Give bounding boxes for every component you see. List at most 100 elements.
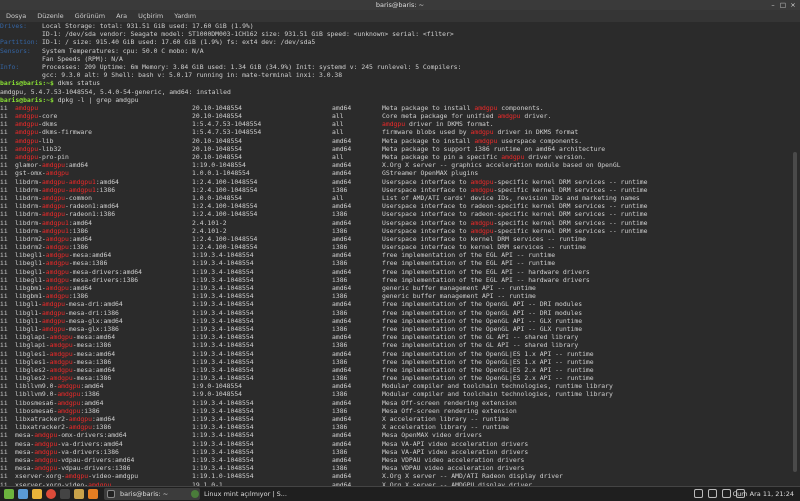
menu-duzenle[interactable]: Düzenle — [37, 12, 63, 20]
menu-ucbirim[interactable]: Uçbirim — [138, 12, 163, 20]
scrollbar-thumb[interactable] — [793, 152, 797, 472]
package-name: libdrm2-amdgpu:i386 — [15, 243, 192, 251]
package-name-pre: libgbm1- — [15, 284, 46, 292]
package-name: libgles1-amdgpu-mesa:amd64 — [15, 350, 192, 358]
package-row: ii amdgpu-pro-pin 20.10-1048554 all Meta pac… — [0, 153, 790, 161]
folder-icon[interactable] — [74, 489, 84, 499]
package-row: ii libegl1-amdgpu-mesa-drivers:amd64 1:19.… — [0, 268, 790, 276]
package-description: Modular compiler and toolchain technolog… — [382, 382, 613, 390]
package-row: ii glamor-amdgpu:amd64 1:19.0-1048554 amd64… — [0, 161, 790, 169]
package-status: ii — [0, 406, 8, 415]
package-arch: amd64 — [332, 136, 352, 145]
chrome-icon[interactable] — [46, 489, 56, 499]
package-version: 1:19.3.4-1048554 — [192, 275, 254, 284]
package-arch: amd64 — [332, 144, 352, 153]
package-name-match: amdgpu — [45, 251, 69, 260]
network-icon[interactable] — [694, 489, 703, 498]
package-desc-post: -specific kernel DRM services -- runtime — [493, 218, 648, 227]
package-name-match: amdgpu — [41, 324, 66, 333]
files-icon[interactable] — [32, 489, 42, 499]
package-desc-post: userspace components. — [497, 136, 583, 145]
package-desc-pre: X acceleration library -- runtime — [382, 415, 509, 423]
package-status: ii — [0, 472, 8, 481]
package-name-post: -mesa-drivers:amd64 — [68, 267, 142, 276]
clock[interactable]: Cum Ara 11, 21:24 — [733, 487, 794, 501]
package-name-pre: glamor- — [15, 161, 42, 170]
package-name: mesa-amdgpu-vdpau-drivers:amd64 — [15, 456, 192, 464]
package-arch: amd64 — [332, 161, 352, 170]
sysinfo-label: Drives: — [0, 22, 27, 30]
package-name: libgl1-amdgpu-mesa-dri:amd64 — [15, 300, 192, 308]
package-name: libgles2-amdgpu-mesa:i386 — [15, 374, 192, 382]
package-name-pre: mesa- — [15, 464, 35, 473]
package-arch: amd64 — [332, 267, 352, 276]
package-description: Mesa VA-API video acceleration drivers — [382, 440, 528, 448]
package-name-post: -mesa-glx:amd64 — [65, 316, 123, 325]
minimize-icon[interactable]: – — [768, 0, 778, 10]
package-version: 1:19.3.4-1048554 — [192, 333, 254, 342]
menu-ara[interactable]: Ara — [116, 12, 127, 20]
prompt: baris@baris:~$ — [0, 95, 54, 104]
package-name-pre: libegl1- — [15, 259, 46, 268]
package-row: ii libgles2-amdgpu-mesa:i386 1:19.3.4-1048… — [0, 374, 790, 382]
taskbar-item-terminal[interactable]: baris@baris: ~ — [104, 488, 200, 500]
package-row: ii libdrm2-amdgpu:amd64 1:2.4.100-1048554 a… — [0, 235, 790, 243]
package-status: ii — [0, 112, 8, 121]
volume-icon[interactable] — [722, 489, 731, 498]
package-status: ii — [0, 316, 8, 325]
package-row: ii libegl1-amdgpu-mesa:amd64 1:19.3.4-1048… — [0, 251, 790, 259]
package-desc-pre: free implementation of the EGL API -- ru… — [382, 259, 556, 268]
menu-gorunum[interactable]: Görünüm — [75, 12, 105, 20]
package-name-match: amdgpu — [41, 300, 66, 309]
app-icon[interactable] — [88, 489, 98, 499]
sysinfo-text: Processes: 209 Uptime: 6m Memory: 3.84 G… — [42, 62, 462, 71]
shield-icon[interactable] — [708, 489, 717, 498]
package-name-match: amdgpu — [41, 210, 66, 219]
package-name-pre: libgl1- — [15, 324, 42, 333]
show-desktop-icon[interactable] — [18, 489, 28, 499]
window-titlebar[interactable]: baris@baris: ~ – □ × — [0, 0, 800, 10]
package-desc-pre: GStreamer OpenMAX plugins — [382, 169, 479, 178]
package-desc-pre: Meta package to pin a specific — [382, 153, 502, 161]
close-icon[interactable]: × — [788, 0, 798, 10]
menu-dosya[interactable]: Dosya — [6, 12, 26, 20]
package-desc-pre: Modular compiler and toolchain technolog… — [382, 382, 613, 391]
package-version: 20.10-1048554 — [192, 112, 243, 121]
terminal-output[interactable]: Drives: Local Storage: total: 931.51 GiB … — [0, 22, 790, 486]
package-name-post: -mesa:i386 — [72, 374, 112, 383]
package-name-post: -omx-drivers:amd64 — [57, 431, 127, 440]
package-name-match: amdgpu1 — [41, 226, 69, 235]
chrome-icon — [191, 490, 199, 498]
package-status: ii — [0, 243, 8, 252]
terminal-icon — [107, 490, 115, 498]
package-status: ii — [0, 333, 8, 342]
package-name-pre: libdrm- — [15, 177, 42, 186]
menu-yardim[interactable]: Yardım — [174, 12, 196, 20]
package-row: ii libdrm-amdgpu-amdgpu1:i386 1:2.4.100-10… — [0, 186, 790, 194]
taskbar-item-label: baris@baris: ~ — [120, 490, 169, 498]
package-version: 1:19.3.4-1048554 — [192, 308, 254, 317]
package-description: firmware blobs used by amdgpu driver in … — [382, 128, 578, 136]
package-name: libdrm-amdgpu-common — [15, 194, 192, 202]
package-desc-pre: generic buffer management API -- runtime — [382, 284, 536, 292]
package-row: ii libllvm9.0-amdgpu:i386 1:9.0-1048554 i38… — [0, 390, 790, 398]
sysinfo-text: Local Storage: total: 931.51 GiB used: 1… — [42, 22, 254, 30]
package-name: amdgpu-pro-pin — [15, 153, 192, 161]
package-version: 1:19.3.4-1048554 — [192, 324, 254, 333]
package-version: 1:19.3.4-1048554 — [192, 251, 254, 260]
package-desc-pre: free implementation of the OpenGL|ES 2.x… — [382, 374, 594, 383]
mint-menu-icon[interactable] — [4, 489, 14, 499]
package-description: Userspace interface to amdgpu-specific k… — [382, 227, 648, 235]
terminal-icon[interactable] — [60, 489, 70, 499]
package-row: ii libgles1-amdgpu-mesa:amd64 1:19.3.4-104… — [0, 350, 790, 358]
package-name: amdgpu — [15, 104, 192, 112]
package-name-match: amdgpu — [49, 349, 73, 358]
package-name-post: :amd64 — [68, 218, 92, 227]
terminal-scrollbar[interactable] — [792, 22, 798, 486]
package-name-match: amdgpu — [41, 202, 66, 211]
package-desc-match: amdgpu — [474, 103, 498, 112]
package-desc-pre: free implementation of the EGL API -- ru… — [382, 251, 556, 260]
package-name: mesa-amdgpu-va-drivers:i386 — [15, 448, 192, 456]
maximize-icon[interactable]: □ — [778, 0, 788, 10]
taskbar-item-browser[interactable]: Linux mint açılmıyor | S... — [188, 488, 294, 500]
